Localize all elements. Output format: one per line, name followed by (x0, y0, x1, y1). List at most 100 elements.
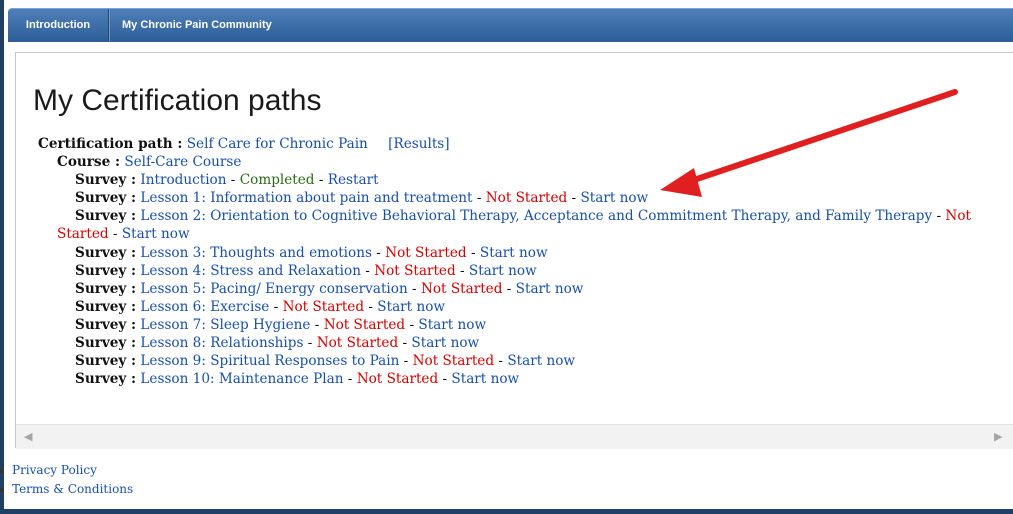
course-label: Course : (57, 154, 120, 170)
separator: - (502, 281, 516, 297)
survey-link[interactable]: Lesson 3: Thoughts and emotions (140, 245, 372, 261)
separator: - (398, 335, 412, 351)
course-link[interactable]: Self-Care Course (124, 154, 241, 170)
bullet-icon (0, 469, 4, 473)
survey-row: Survey : Lesson 8: Relationships - Not S… (75, 334, 479, 352)
survey-label: Survey : (75, 353, 137, 369)
separator: - (466, 245, 480, 261)
survey-status: Not Started (412, 353, 495, 369)
survey-label: Survey : (75, 281, 137, 297)
scroll-left-icon[interactable]: ◀ (24, 425, 32, 449)
survey-status: Not (945, 208, 971, 224)
tab-my-chronic-pain-community[interactable]: My Chronic Pain Community (109, 9, 272, 42)
survey-link[interactable]: Lesson 10: Maintenance Plan (140, 371, 343, 387)
survey-label: Survey : (75, 371, 137, 387)
privacy-policy-link[interactable]: Privacy Policy (12, 463, 97, 477)
survey-label: Survey : (75, 263, 137, 279)
survey-status: Not Started (374, 263, 456, 279)
survey-label: Survey : (75, 335, 137, 351)
separator: - (567, 190, 581, 206)
separator: - (472, 190, 486, 206)
survey-link[interactable]: Lesson 9: Spiritual Responses to Pain (140, 353, 399, 369)
survey-label: Survey : (75, 245, 137, 261)
survey-link[interactable]: Lesson 1: Information about pain and tre… (140, 190, 472, 206)
survey-status: Not Started (356, 371, 439, 387)
survey-status: Started (57, 226, 109, 242)
survey-row-wrap: Started - Start now (57, 225, 190, 243)
survey-row: Survey : Lesson 9: Spiritual Responses t… (75, 352, 575, 370)
survey-row: Survey : Lesson 4: Stress and Relaxation… (75, 262, 537, 280)
survey-link[interactable]: Introduction (140, 172, 226, 188)
separator: - (226, 172, 240, 188)
window-frame-bottom (0, 509, 1013, 514)
separator: - (314, 172, 328, 188)
separator: - (360, 263, 375, 279)
start-now-link[interactable]: Start now (377, 299, 445, 315)
separator: - (343, 371, 357, 387)
survey-status: Not Started (385, 245, 467, 261)
tab-introduction[interactable]: Introduction (8, 9, 109, 42)
separator: - (399, 353, 413, 369)
survey-link[interactable]: Lesson 4: Stress and Relaxation (140, 263, 361, 279)
results-link[interactable]: [Results] (388, 136, 449, 152)
survey-link[interactable]: Lesson 6: Exercise (140, 299, 269, 315)
certification-path-row: Certification path : Self Care for Chron… (38, 135, 450, 153)
survey-label: Survey : (75, 208, 137, 224)
start-now-link[interactable]: Start now (122, 226, 190, 242)
start-now-link[interactable]: Start now (451, 371, 519, 387)
survey-row: Survey : Lesson 7: Sleep Hygiene - Not S… (75, 316, 486, 334)
separator: - (364, 299, 378, 315)
start-now-link[interactable]: Start now (516, 281, 584, 297)
start-now-link[interactable]: Start now (469, 263, 537, 279)
survey-status: Not Started (485, 190, 568, 206)
separator: - (494, 353, 508, 369)
survey-label: Survey : (75, 299, 137, 315)
survey-link[interactable]: Lesson 7: Sleep Hygiene (140, 317, 310, 333)
separator: - (371, 245, 386, 261)
survey-row: Survey : Introduction - Completed - Rest… (75, 171, 379, 189)
start-now-link[interactable]: Start now (580, 190, 648, 206)
separator: - (407, 281, 421, 297)
survey-row: Survey : Lesson 3: Thoughts and emotions… (75, 244, 548, 262)
survey-label: Survey : (75, 190, 137, 206)
terms-conditions-link[interactable]: Terms & Conditions (12, 482, 133, 496)
survey-label: Survey : (75, 172, 137, 188)
separator: - (108, 226, 122, 242)
separator: - (438, 371, 452, 387)
separator: - (932, 208, 946, 224)
survey-row: Survey : Lesson 5: Pacing/ Energy conser… (75, 280, 583, 298)
start-now-link[interactable]: Start now (507, 353, 575, 369)
separator: - (303, 335, 317, 351)
survey-link[interactable]: Lesson 2: Orientation to Cognitive Behav… (140, 208, 932, 224)
horizontal-scrollbar[interactable]: ◀ ▶ (16, 424, 1013, 449)
start-now-link[interactable]: Start now (480, 245, 548, 261)
survey-row: Survey : Lesson 10: Maintenance Plan - N… (75, 370, 519, 388)
window-frame-left (0, 0, 4, 514)
survey-status: Not Started (323, 317, 406, 333)
bullet-icon (0, 488, 4, 492)
page-title: My Certification paths (33, 84, 322, 117)
survey-row: Survey : Lesson 1: Information about pai… (75, 189, 648, 207)
survey-row: Survey : Lesson 2: Orientation to Cognit… (75, 207, 971, 225)
survey-status: Completed (239, 172, 315, 188)
start-now-link[interactable]: Start now (411, 335, 479, 351)
top-navbar: Introduction My Chronic Pain Community (8, 8, 1013, 42)
survey-row: Survey : Lesson 6: Exercise - Not Starte… (75, 298, 445, 316)
survey-link[interactable]: Lesson 8: Relationships (140, 335, 303, 351)
survey-status: Not Started (420, 281, 503, 297)
survey-status: Not Started (316, 335, 399, 351)
start-now-link[interactable]: Start now (418, 317, 486, 333)
separator: - (455, 263, 469, 279)
separator: - (405, 317, 419, 333)
restart-link[interactable]: Restart (328, 172, 379, 188)
scroll-right-icon[interactable]: ▶ (994, 425, 1002, 449)
certification-path-label: Certification path : (38, 136, 183, 152)
course-row: Course : Self-Care Course (57, 153, 241, 171)
content-panel: My Certification paths Certification pat… (15, 52, 1013, 449)
survey-label: Survey : (75, 317, 137, 333)
separator: - (310, 317, 324, 333)
survey-link[interactable]: Lesson 5: Pacing/ Energy conservation (140, 281, 407, 297)
certification-path-link[interactable]: Self Care for Chronic Pain (187, 136, 368, 152)
separator: - (269, 299, 283, 315)
survey-status: Not Started (282, 299, 365, 315)
